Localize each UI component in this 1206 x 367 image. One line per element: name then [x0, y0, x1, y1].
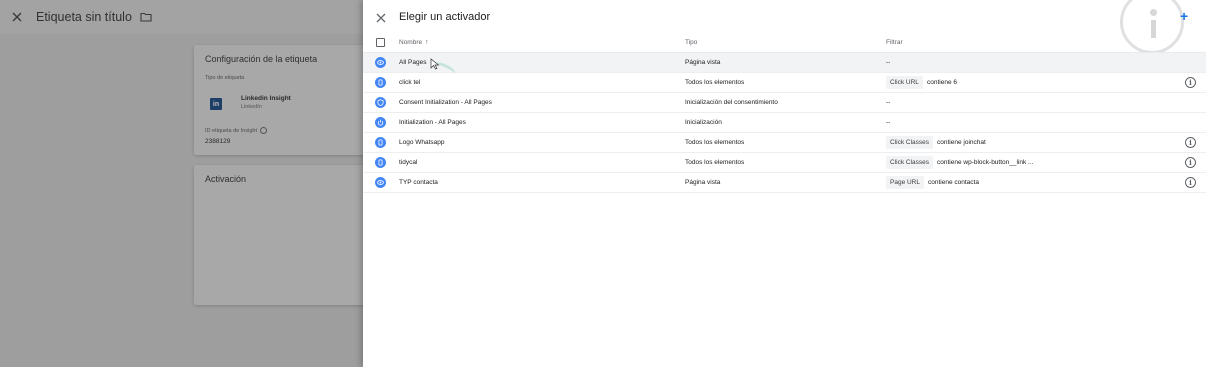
trigger-type: Página vista	[685, 59, 721, 66]
tag-title: Etiqueta sin título	[36, 10, 132, 24]
filter-condition: contiene joinchat	[937, 139, 986, 146]
table-row[interactable]: click tel Todos los elementos Click URL con…	[363, 73, 1206, 93]
column-name-label: Nombre	[399, 39, 423, 46]
filter-variable-chip: Click Classes	[886, 136, 934, 149]
info-icon[interactable]: i	[1185, 77, 1196, 88]
power-icon	[375, 117, 386, 128]
tag-type-vendor: LinkedIn	[241, 104, 262, 110]
filter-condition: contiene contacta	[928, 179, 979, 186]
activation-card-title: Activación	[205, 174, 247, 184]
table-header: Nombre ↑ Tipo Filtrar	[363, 34, 1206, 53]
table-row[interactable]: tidycal Todos los elementos Click Classes c…	[363, 153, 1206, 173]
trigger-type: Todos los elementos	[685, 159, 745, 166]
table-row[interactable]: TYP contacta Página vista Page URL contiene…	[363, 173, 1206, 193]
trigger-name[interactable]: TYP contacta	[399, 179, 438, 186]
insight-id-label: ID etiqueta de Insight	[205, 127, 267, 134]
watermark-dot	[1150, 9, 1157, 16]
linkedin-logo-icon: in	[210, 98, 222, 110]
folder-icon[interactable]	[140, 12, 152, 22]
filter-condition: contiene 6	[927, 79, 957, 86]
panel-header: Elegir un activador +	[363, 0, 1206, 54]
insight-id-label-text: ID etiqueta de Insight	[205, 127, 257, 134]
column-type-header: Tipo	[685, 39, 698, 46]
filter-condition: --	[886, 59, 891, 66]
filter-condition: --	[886, 99, 891, 106]
trigger-name[interactable]: Initialization - All Pages	[399, 119, 466, 126]
click-icon	[375, 137, 386, 148]
filter-variable-chip: Page URL	[886, 176, 924, 189]
config-card-title: Configuración de la etiqueta	[205, 54, 318, 64]
filter-variable-chip: Click URL	[886, 76, 923, 89]
tag-type-label: Tipo de etiqueta	[205, 75, 245, 81]
add-trigger-button[interactable]: +	[1180, 8, 1188, 24]
activation-card[interactable]: Activación	[194, 165, 374, 305]
trigger-type: Inicialización	[685, 119, 722, 126]
trigger-name[interactable]: All Pages	[399, 59, 426, 66]
click-icon	[375, 77, 386, 88]
eye-icon	[375, 177, 386, 188]
filter-condition: --	[886, 119, 891, 126]
shield-icon	[375, 97, 386, 108]
help-icon[interactable]	[259, 127, 267, 134]
table-row[interactable]: Consent Initialization - All Pages Inicia…	[363, 93, 1206, 113]
trigger-type: Inicialización del consentimiento	[685, 99, 778, 106]
choose-trigger-panel: Elegir un activador + Nombre ↑ Tipo Filtr…	[363, 0, 1206, 367]
sort-ascending-icon[interactable]: ↑	[425, 39, 429, 46]
trigger-name[interactable]: Logo Whatsapp	[399, 139, 445, 146]
insight-id-value: 2388129	[205, 138, 231, 145]
info-icon[interactable]: i	[1185, 157, 1196, 168]
trigger-rows: All Pages Página vista -- click tel Todos lo…	[363, 53, 1206, 193]
table-row[interactable]: Logo Whatsapp Todos los elementos Click Cl…	[363, 133, 1206, 153]
info-icon[interactable]: i	[1185, 177, 1196, 188]
table-row[interactable]: Initialization - All Pages Inicialización…	[363, 113, 1206, 133]
column-filter-header: Filtrar	[886, 39, 903, 46]
close-icon[interactable]	[375, 11, 387, 23]
click-icon	[375, 157, 386, 168]
trigger-name[interactable]: tidycal	[399, 159, 417, 166]
info-icon[interactable]: i	[1185, 137, 1196, 148]
trigger-table: Nombre ↑ Tipo Filtrar All Pages Página vis…	[363, 34, 1206, 193]
trigger-name[interactable]: click tel	[399, 79, 420, 86]
trigger-type: Todos los elementos	[685, 79, 745, 86]
mouse-cursor-icon	[430, 58, 440, 70]
panel-title: Elegir un activador	[399, 11, 491, 23]
filter-condition: contiene wp-block-button__link ...	[937, 159, 1034, 166]
select-all-checkbox[interactable]	[376, 38, 385, 47]
filter-variable-chip: Click Classes	[886, 156, 934, 169]
trigger-type: Página vista	[685, 179, 721, 186]
trigger-type: Todos los elementos	[685, 139, 745, 146]
column-name-header[interactable]: Nombre ↑	[399, 39, 429, 46]
eye-icon	[375, 57, 386, 68]
table-row[interactable]: All Pages Página vista --	[363, 53, 1206, 73]
tag-type-name: Linkedin Insight	[241, 95, 291, 102]
trigger-name[interactable]: Consent Initialization - All Pages	[399, 99, 492, 106]
close-icon[interactable]	[10, 10, 24, 24]
tag-type-selector[interactable]: in Linkedin Insight LinkedIn	[205, 90, 365, 122]
tag-configuration-card: Configuración de la etiqueta Tipo de eti…	[194, 45, 374, 155]
